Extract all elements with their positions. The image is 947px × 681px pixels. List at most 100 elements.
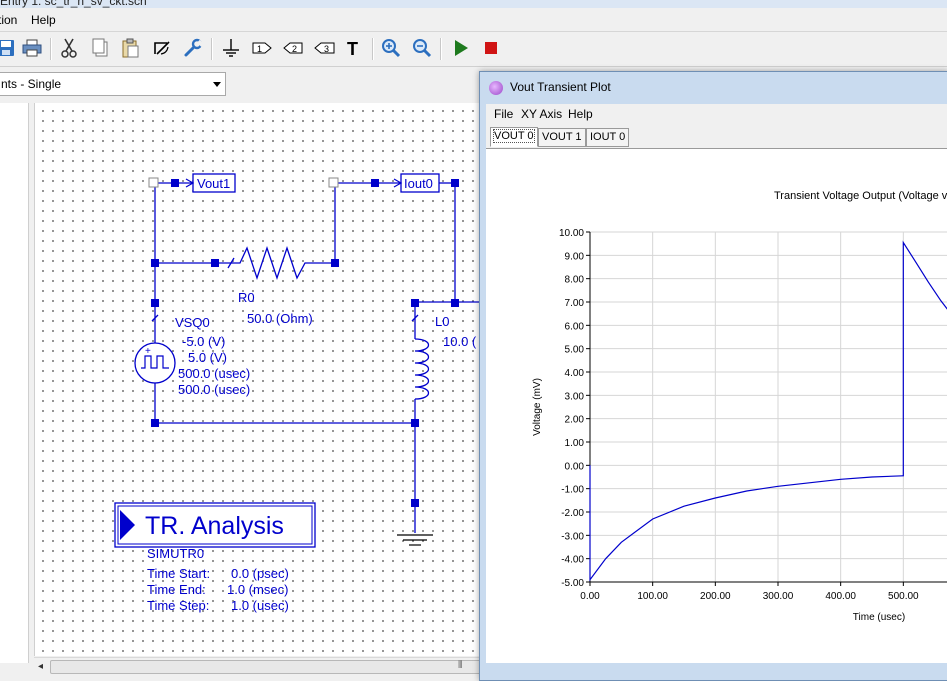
paste-icon[interactable]	[118, 36, 142, 60]
main-menu-bar: tion Help	[0, 9, 947, 32]
view-mode-value: nts - Single	[1, 77, 62, 91]
y-tick-label: 2.00	[565, 415, 585, 426]
print-icon[interactable]	[20, 36, 44, 60]
square-wave-source-vsq0[interactable]: +	[134, 342, 176, 384]
rotate-icon[interactable]	[150, 36, 174, 60]
port-in-icon[interactable]: 1	[250, 36, 274, 60]
port-label-vout1[interactable]: Vout1	[179, 173, 236, 193]
scroll-left-icon[interactable]: ◂	[38, 661, 43, 672]
menu-simulation[interactable]: tion	[0, 13, 17, 27]
y-tick-label: 9.00	[565, 251, 585, 262]
run-icon[interactable]	[449, 36, 473, 60]
resistor-r0[interactable]	[215, 245, 335, 281]
svg-text:3: 3	[324, 44, 329, 54]
plot-menu-xy-axis[interactable]: XY Axis	[521, 107, 562, 121]
y-tick-label: 10.00	[559, 228, 584, 239]
app-title-bar: Entry 1: sc_tr_n_sv_ckt.sch	[0, 0, 947, 8]
time-step-value: 1.0 (usec)	[231, 598, 289, 613]
menu-help[interactable]: Help	[31, 13, 56, 27]
l0-value: 10.0 (	[443, 334, 477, 349]
y-tick-label: -2.00	[561, 508, 584, 519]
x-tick-label: 300.00	[763, 591, 794, 602]
plot-menu-file[interactable]: File	[494, 107, 513, 121]
y-tick-label: 6.00	[565, 321, 585, 332]
y-tick-label: 8.00	[565, 275, 585, 286]
wrench-icon[interactable]	[181, 36, 205, 60]
scrollbar-grip-icon: ⦀	[458, 660, 463, 671]
plot-area: Transient Voltage Output (Voltage v Volt…	[486, 148, 947, 663]
svg-text:T: T	[347, 39, 358, 57]
toolbar-separator	[50, 38, 52, 60]
plot-tabs: VOUT 0 VOUT 1 IOUT 0	[486, 124, 947, 148]
time-start-label: Time Start:	[147, 566, 210, 581]
port-out-icon[interactable]: 2	[281, 36, 305, 60]
series-line	[589, 240, 947, 582]
canvas-horizontal-scrollbar[interactable]: ◂ ⦀	[34, 657, 484, 675]
y-tick-label: -3.00	[561, 531, 584, 542]
zoom-in-icon[interactable]	[379, 36, 403, 60]
ground-icon[interactable]	[219, 36, 243, 60]
r0-name: R0	[238, 290, 255, 305]
wire	[154, 183, 215, 264]
tab-vout0[interactable]: VOUT 0	[490, 127, 538, 147]
app-title: Entry 1: sc_tr_n_sv_ckt.sch	[0, 0, 147, 8]
main-toolbar: 1 2 3 T	[0, 32, 947, 67]
y-tick-label: 3.00	[565, 391, 585, 402]
plot-window-title: Vout Transient Plot	[510, 80, 611, 94]
inductor-l0[interactable]	[414, 338, 430, 400]
tr-analysis-block[interactable]: TR. Analysis	[114, 502, 316, 548]
svg-text:2: 2	[292, 44, 297, 54]
tab-vout1[interactable]: VOUT 1	[538, 128, 586, 147]
transient-voltage-chart: Transient Voltage Output (Voltage v Volt…	[532, 190, 947, 623]
zoom-out-icon[interactable]	[410, 36, 434, 60]
vsq0-high: 5.0 (V)	[188, 350, 227, 365]
toolbar-separator	[372, 38, 374, 60]
text-icon[interactable]: T	[342, 36, 366, 60]
scrollbar-thumb[interactable]	[50, 660, 482, 674]
svg-text:+: +	[145, 346, 151, 357]
y-tick-label: -1.00	[561, 485, 584, 496]
port-label-vout1-text: Vout1	[197, 176, 230, 191]
vsq0-t2: 500.0 (usec)	[178, 382, 250, 397]
chart-title: Transient Voltage Output (Voltage v	[774, 190, 947, 202]
save-icon[interactable]	[0, 36, 18, 60]
stop-icon[interactable]	[479, 36, 503, 60]
y-tick-label: 0.00	[565, 461, 585, 472]
toolbar-separator	[440, 38, 442, 60]
x-tick-label: 200.00	[700, 591, 731, 602]
open-node	[148, 177, 159, 188]
y-tick-label: 1.00	[565, 438, 585, 449]
x-tick-label: 400.00	[825, 591, 856, 602]
time-end-label: Time End:	[147, 582, 206, 597]
y-tick-label: -5.00	[561, 578, 584, 589]
x-axis-label: Time (usec)	[853, 612, 905, 623]
time-end-value: 1.0 (msec)	[227, 582, 288, 597]
ground-symbol[interactable]	[397, 534, 433, 546]
y-axis-label: Voltage (mV)	[532, 378, 543, 436]
svg-text:1: 1	[257, 44, 262, 54]
toolbar-separator	[211, 38, 213, 60]
vsq0-low: -5.0 (V)	[182, 334, 225, 349]
y-tick-label: 4.00	[565, 368, 585, 379]
tab-iout0[interactable]: IOUT 0	[586, 128, 630, 147]
tr-analysis-title: TR. Analysis	[145, 512, 284, 540]
l0-name: L0	[435, 314, 449, 329]
x-tick-label: 100.00	[637, 591, 668, 602]
copy-icon[interactable]	[88, 36, 112, 60]
vout-transient-plot-window[interactable]: Vout Transient Plot File XY Axis Help VO…	[479, 71, 947, 681]
vsq0-t1: 500.0 (usec)	[178, 366, 250, 381]
port-label-iout0[interactable]: Iout0	[379, 173, 451, 193]
y-tick-label: 7.00	[565, 298, 585, 309]
time-start-value: 0.0 (psec)	[231, 566, 289, 581]
time-step-label: Time Step:	[147, 598, 209, 613]
analysis-id: SIMUTR0	[147, 546, 204, 561]
port-bidir-icon[interactable]: 3	[313, 36, 337, 60]
plot-menu-help[interactable]: Help	[568, 107, 593, 121]
tab-vout1-label: VOUT 1	[542, 131, 582, 143]
y-tick-label: 5.00	[565, 345, 585, 356]
ruler-strip	[0, 103, 29, 663]
schematic-canvas[interactable]: + Vout1 Iout0 R0 50.0 (Ohm) VSQ0 -5.0 (V…	[34, 103, 487, 656]
view-mode-select[interactable]: nts - Single	[0, 72, 226, 96]
wire	[414, 183, 456, 323]
cut-icon[interactable]	[57, 36, 81, 60]
